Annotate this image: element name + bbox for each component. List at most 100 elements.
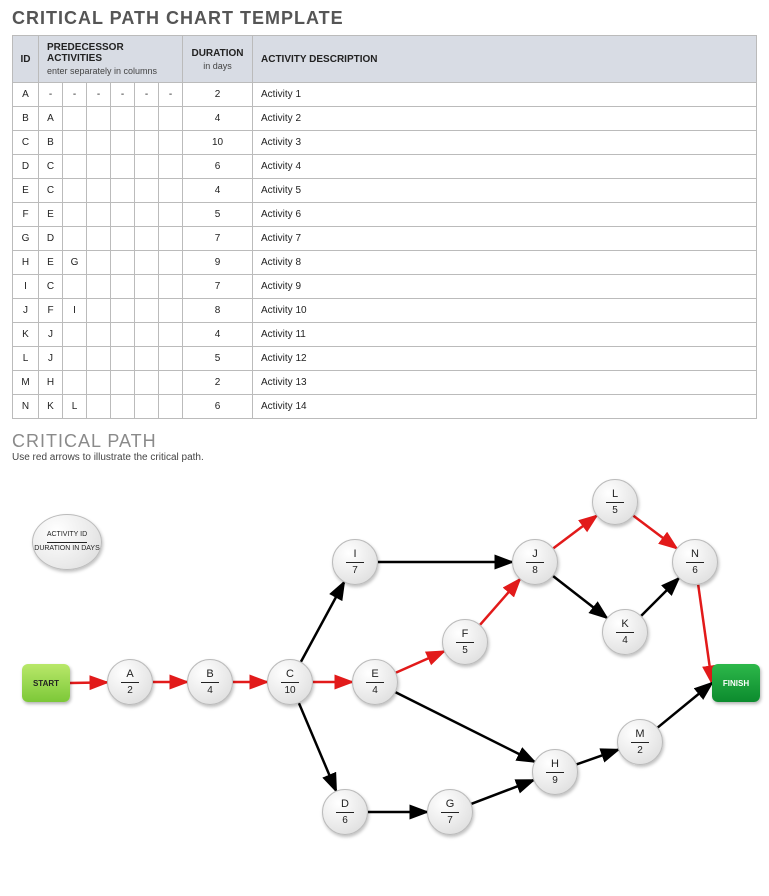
cell-pred xyxy=(87,251,111,275)
cell-pred xyxy=(111,347,135,371)
cell-pred xyxy=(63,155,87,179)
cell-pred xyxy=(87,107,111,131)
node-id: J xyxy=(532,548,538,560)
cell-pred xyxy=(63,227,87,251)
cell-duration: 4 xyxy=(183,107,253,131)
node-duration: 5 xyxy=(462,645,468,656)
table-row: HEG9Activity 8 xyxy=(13,251,757,275)
cell-pred xyxy=(135,179,159,203)
cell-id: B xyxy=(13,107,39,131)
finish-box: FINISH xyxy=(712,664,760,702)
node-id: B xyxy=(206,668,213,680)
cell-pred: - xyxy=(159,83,183,107)
arrow-K-N xyxy=(641,578,678,615)
cell-pred xyxy=(87,227,111,251)
cell-pred xyxy=(135,155,159,179)
cell-pred xyxy=(135,203,159,227)
cell-pred xyxy=(87,395,111,419)
cell-pred xyxy=(63,179,87,203)
th-dur-label: DURATION xyxy=(191,48,243,59)
cell-desc: Activity 14 xyxy=(253,395,757,419)
cell-pred xyxy=(87,275,111,299)
arrow-F-J xyxy=(480,579,520,624)
cell-pred xyxy=(87,299,111,323)
cell-pred xyxy=(135,323,159,347)
table-row: IC7Activity 9 xyxy=(13,275,757,299)
cell-id: C xyxy=(13,131,39,155)
arrow-L-N xyxy=(633,516,676,548)
node-id: E xyxy=(371,668,378,680)
table-row: CB10Activity 3 xyxy=(13,131,757,155)
node-divider xyxy=(346,562,364,563)
cell-desc: Activity 13 xyxy=(253,371,757,395)
cell-id: N xyxy=(13,395,39,419)
section-title: CRITICAL PATH xyxy=(12,431,757,452)
cell-pred xyxy=(111,227,135,251)
cell-pred: C xyxy=(39,155,63,179)
cell-pred: J xyxy=(39,347,63,371)
node-duration: 2 xyxy=(127,685,133,696)
table-row: NKL6Activity 14 xyxy=(13,395,757,419)
cell-id: F xyxy=(13,203,39,227)
cell-pred xyxy=(135,131,159,155)
arrow-E-F xyxy=(396,651,444,672)
table-row: KJ4Activity 11 xyxy=(13,323,757,347)
cell-desc: Activity 3 xyxy=(253,131,757,155)
cell-pred xyxy=(111,275,135,299)
node-divider xyxy=(616,632,634,633)
cell-duration: 4 xyxy=(183,179,253,203)
table-row: MH2Activity 13 xyxy=(13,371,757,395)
cell-pred: - xyxy=(39,83,63,107)
cell-pred xyxy=(159,131,183,155)
node-id: N xyxy=(691,548,699,560)
node-duration: 8 xyxy=(532,565,538,576)
node-d: D6 xyxy=(322,789,368,835)
cell-desc: Activity 2 xyxy=(253,107,757,131)
arrow-G-H xyxy=(471,780,533,804)
arrow-J-L xyxy=(553,516,596,548)
th-duration: DURATION in days xyxy=(183,36,253,83)
cell-pred xyxy=(159,299,183,323)
cell-pred xyxy=(135,251,159,275)
cell-pred xyxy=(87,155,111,179)
node-n: N6 xyxy=(672,539,718,585)
cell-id: K xyxy=(13,323,39,347)
cell-duration: 8 xyxy=(183,299,253,323)
diagram: A2B4C10E4I7D6F5G7J8H9L5K4M2N6STARTFINISH… xyxy=(12,469,757,849)
cell-duration: 7 xyxy=(183,275,253,299)
cell-desc: Activity 8 xyxy=(253,251,757,275)
cell-pred xyxy=(87,203,111,227)
node-g: G7 xyxy=(427,789,473,835)
node-id: C xyxy=(286,668,294,680)
cell-pred: I xyxy=(63,299,87,323)
th-dur-sub: in days xyxy=(189,61,246,71)
cell-pred xyxy=(135,371,159,395)
node-m: M2 xyxy=(617,719,663,765)
table-row: DC6Activity 4 xyxy=(13,155,757,179)
cell-desc: Activity 1 xyxy=(253,83,757,107)
cell-pred xyxy=(111,371,135,395)
cell-pred: D xyxy=(39,227,63,251)
table-row: GD7Activity 7 xyxy=(13,227,757,251)
th-id: ID xyxy=(13,36,39,83)
cell-pred xyxy=(159,179,183,203)
node-f: F5 xyxy=(442,619,488,665)
node-k: K4 xyxy=(602,609,648,655)
node-divider xyxy=(281,682,299,683)
node-b: B4 xyxy=(187,659,233,705)
node-duration: 4 xyxy=(207,685,213,696)
node-id: M xyxy=(635,728,644,740)
cell-pred xyxy=(111,299,135,323)
cell-pred xyxy=(111,179,135,203)
node-h: H9 xyxy=(532,749,578,795)
cell-id: I xyxy=(13,275,39,299)
cell-pred xyxy=(159,155,183,179)
cell-pred xyxy=(111,251,135,275)
node-a: A2 xyxy=(107,659,153,705)
cell-pred: C xyxy=(39,179,63,203)
cell-duration: 4 xyxy=(183,323,253,347)
node-e: E4 xyxy=(352,659,398,705)
section-subtitle: Use red arrows to illustrate the critica… xyxy=(12,452,757,463)
node-c: C10 xyxy=(267,659,313,705)
cell-duration: 6 xyxy=(183,155,253,179)
